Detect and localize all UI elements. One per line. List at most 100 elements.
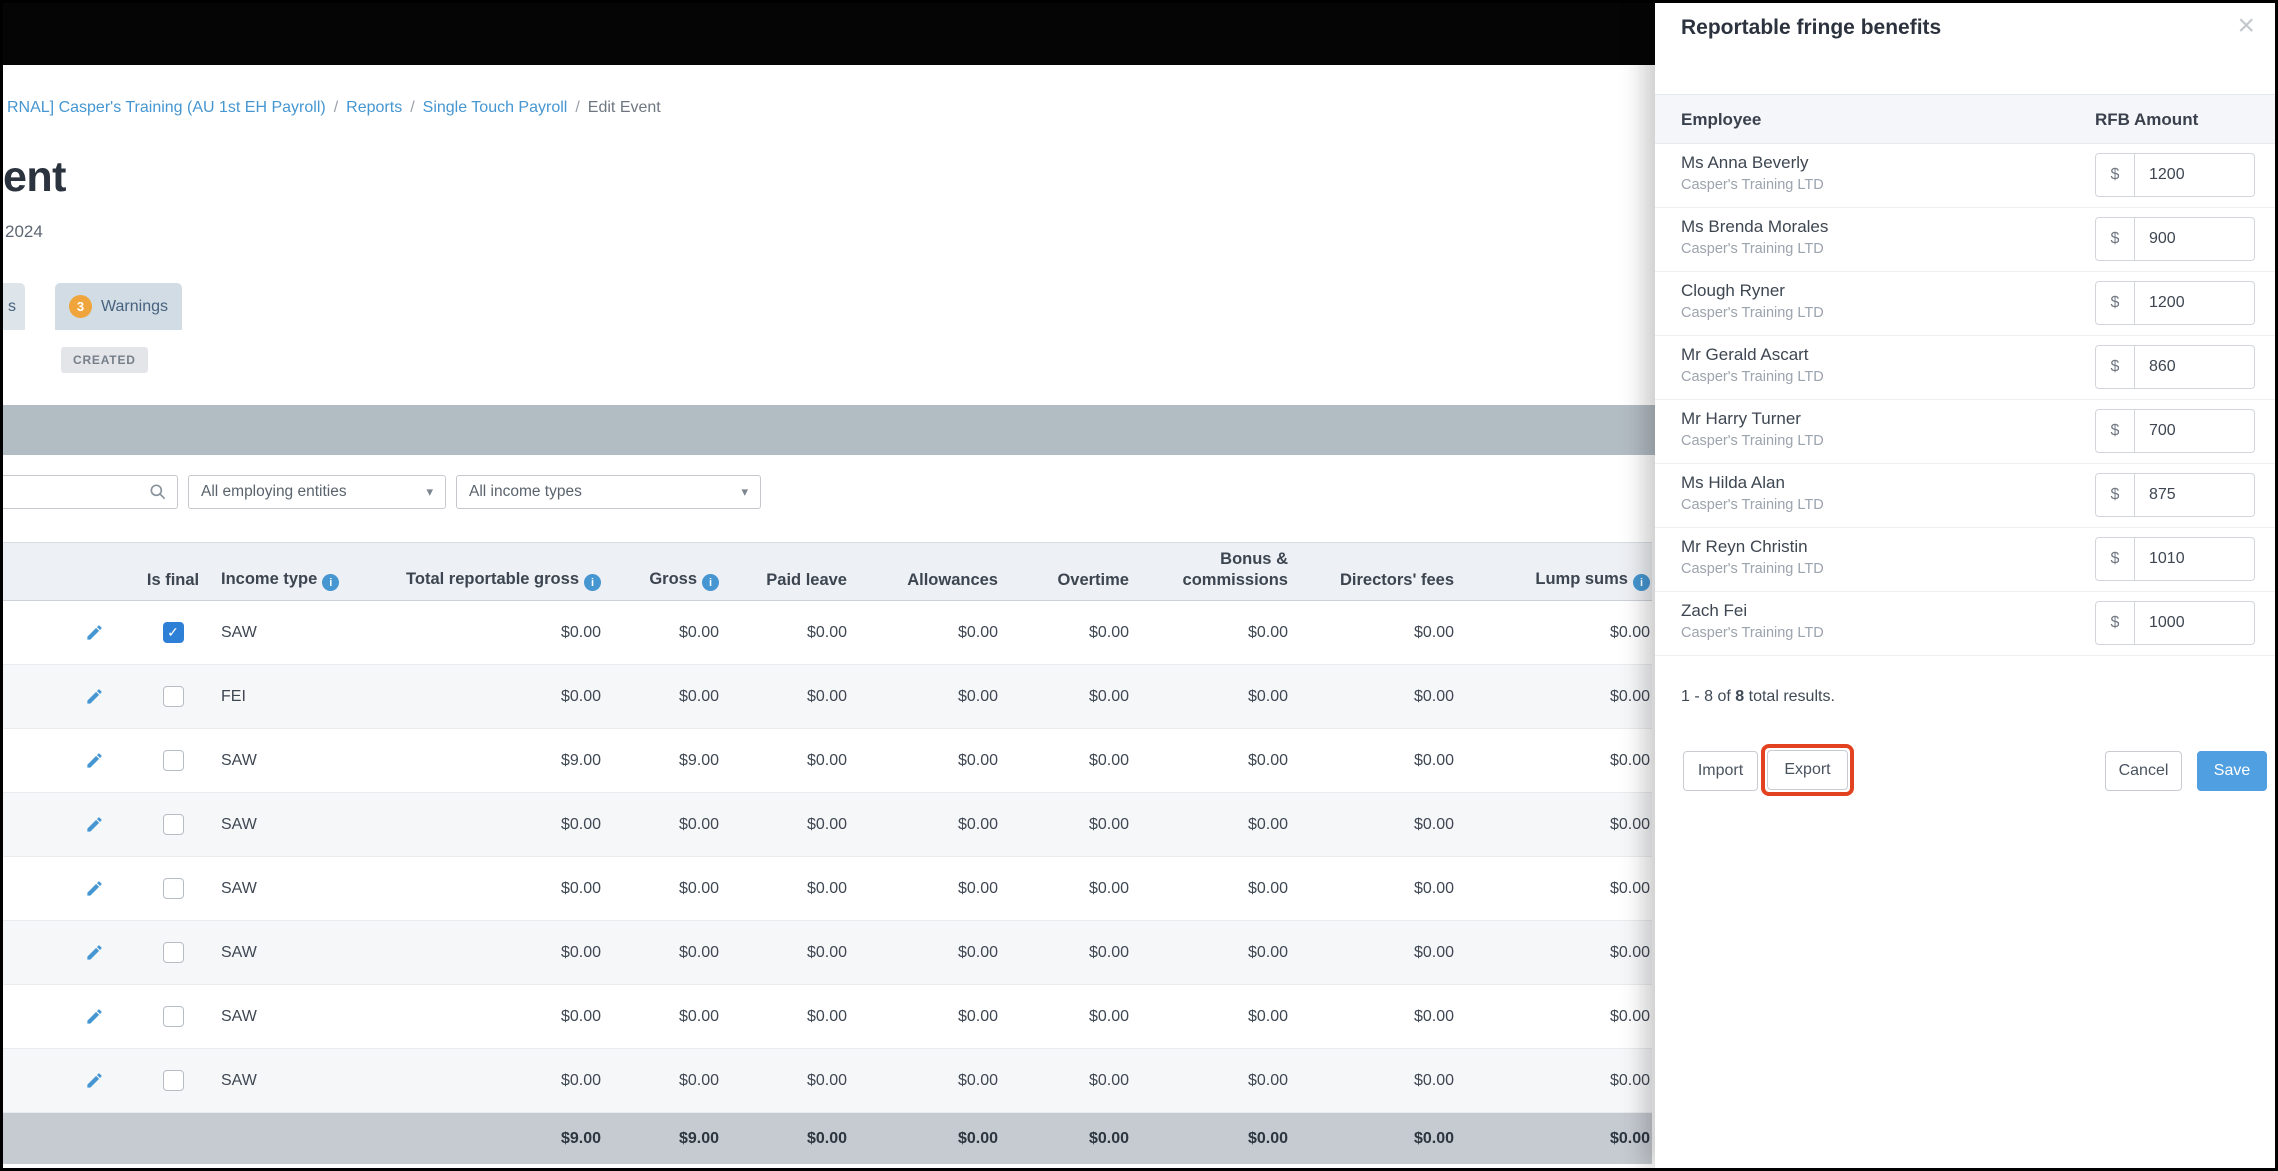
breadcrumb-separator: / [575,99,580,116]
is-final-checkbox[interactable] [162,686,184,708]
amount-cell: $0.00 [1290,664,1456,730]
edit-icon[interactable] [85,815,104,834]
edit-icon[interactable] [85,1071,104,1090]
breadcrumb-item[interactable]: RNAL] Casper's Training (AU 1st EH Payro… [7,99,326,116]
edit-cell [3,664,133,730]
rfb-employee-list: Ms Anna BeverlyCasper's Training LTD$Ms … [1655,144,2275,656]
amount-cell: $0.00 [849,920,1000,986]
income-types-value: All income types [469,483,582,500]
search-input[interactable] [3,478,136,506]
employee-company: Casper's Training LTD [1681,497,1824,513]
breadcrumb-separator: / [333,99,339,116]
total-amount-cell: $9.00 [603,1112,721,1165]
breadcrumb-item[interactable]: Single Touch Payroll [423,99,568,116]
results-summary: 1 - 8 of 8 total results. [1681,688,1835,706]
column-header-bonus_commissions: Bonus & commissions [1131,541,1290,602]
amount-cell: $0.00 [603,664,721,730]
column-header-gross: Gross i [603,541,721,602]
info-icon[interactable]: i [584,574,601,592]
amount-cell: $0.00 [403,664,603,730]
chevron-down-icon: ▾ [426,484,433,499]
edit-icon[interactable] [85,687,104,706]
is-final-checkbox[interactable] [162,1006,184,1028]
income-type-cell: SAW [213,1048,403,1114]
column-header-edit [3,541,133,602]
page-subtitle: 2024 [5,222,43,241]
edit-icon[interactable] [85,879,104,898]
rfb-amount-input[interactable] [2135,346,2254,388]
total-amount-cell: $0.00 [1131,1112,1290,1165]
tab-warnings[interactable]: 3 Warnings [55,283,182,330]
rfb-modal: Reportable fringe benefits × Employee RF… [1655,3,2275,1168]
currency-prefix: $ [2096,346,2135,388]
tab-partial[interactable]: s [3,283,25,330]
rfb-amount-input[interactable] [2135,474,2254,516]
payroll-table-body: ✓ SAW $0.00 $0.00 $0.00 $0.00 $0.00 $0.00 $0.00 $… [3,600,1652,1114]
close-icon[interactable]: × [2233,7,2259,45]
rfb-row: Mr Harry Turner Casper's Training LTD $ [1655,400,2275,464]
cancel-button[interactable]: Cancel [2105,751,2182,791]
edit-icon[interactable] [85,1007,104,1026]
info-icon[interactable]: i [322,574,340,592]
total-amount-cell: $0.00 [1456,1112,1652,1165]
is-final-checkbox[interactable]: ✓ [162,622,184,644]
total-amount-cell: $0.00 [1290,1112,1456,1165]
is-final-checkbox[interactable] [162,878,184,900]
employee-company: Casper's Training LTD [1681,625,1824,641]
rfb-amount-input[interactable] [2135,602,2254,644]
edit-cell [3,728,133,794]
rfb-amount-input-group: $ [2095,473,2255,517]
amount-cell: $0.00 [1290,792,1456,858]
amount-cell: $0.00 [1000,856,1131,922]
income-type-cell: SAW [213,792,403,858]
rfb-amount-input[interactable] [2135,218,2254,260]
income-type-cell: SAW [213,600,403,666]
currency-prefix: $ [2096,410,2135,452]
payroll-table-head-row: Is final Income type i Total reportable gro… [3,541,1652,602]
is-final-cell [133,792,213,858]
edit-icon[interactable] [85,623,104,642]
amount-cell: $0.00 [1131,1048,1290,1114]
rfb-row: Ms Brenda Morales Casper's Training LTD $ [1655,208,2275,272]
info-icon[interactable]: i [1633,574,1650,592]
edit-icon[interactable] [85,751,104,770]
amount-cell: $0.00 [403,984,603,1050]
is-final-checkbox[interactable] [162,942,184,964]
amount-cell: $0.00 [1456,728,1652,794]
income-types-select[interactable]: All income types ▾ [456,475,761,509]
rfb-amount-input-group: $ [2095,537,2255,581]
employee-company: Casper's Training LTD [1681,433,1824,449]
is-final-checkbox[interactable] [162,750,184,772]
rfb-amount-input[interactable] [2135,538,2254,580]
chevron-down-icon: ▾ [741,484,748,499]
is-final-checkbox[interactable] [162,814,184,836]
amount-cell: $0.00 [1131,600,1290,666]
column-header-directors_fees: Directors' fees [1290,541,1456,602]
rfb-table-header: Employee RFB Amount [1655,94,2275,144]
breadcrumb: RNAL] Casper's Training (AU 1st EH Payro… [7,98,661,117]
currency-prefix: $ [2096,538,2135,580]
currency-prefix: $ [2096,474,2135,516]
amount-cell: $0.00 [1131,664,1290,730]
rfb-amount-input[interactable] [2135,154,2254,196]
breadcrumb-item[interactable]: Reports [346,99,402,116]
info-icon[interactable]: i [702,574,719,592]
payroll-table-row: SAW $0.00 $0.00 $0.00 $0.00 $0.00 $0.00 $0.00 $0… [3,792,1652,858]
amount-cell: $0.00 [849,856,1000,922]
edit-icon[interactable] [85,943,104,962]
rfb-row: Mr Gerald Ascart Casper's Training LTD $ [1655,336,2275,400]
total-amount-cell: $0.00 [1000,1112,1131,1165]
employing-entities-select[interactable]: All employing entities ▾ [188,475,446,509]
is-final-checkbox[interactable] [162,1070,184,1092]
export-button[interactable]: Export [1767,750,1848,790]
rfb-amount-input[interactable] [2135,410,2254,452]
rfb-amount-input-group: $ [2095,345,2255,389]
employee-company: Casper's Training LTD [1681,369,1824,385]
amount-cell: $0.00 [403,920,603,986]
employee-name: Ms Hilda Alan [1681,473,1785,492]
is-final-cell: ✓ [133,600,213,666]
import-button[interactable]: Import [1683,751,1758,791]
rfb-amount-input[interactable] [2135,282,2254,324]
save-button[interactable]: Save [2197,751,2267,791]
column-header-paid_leave: Paid leave [721,541,849,602]
